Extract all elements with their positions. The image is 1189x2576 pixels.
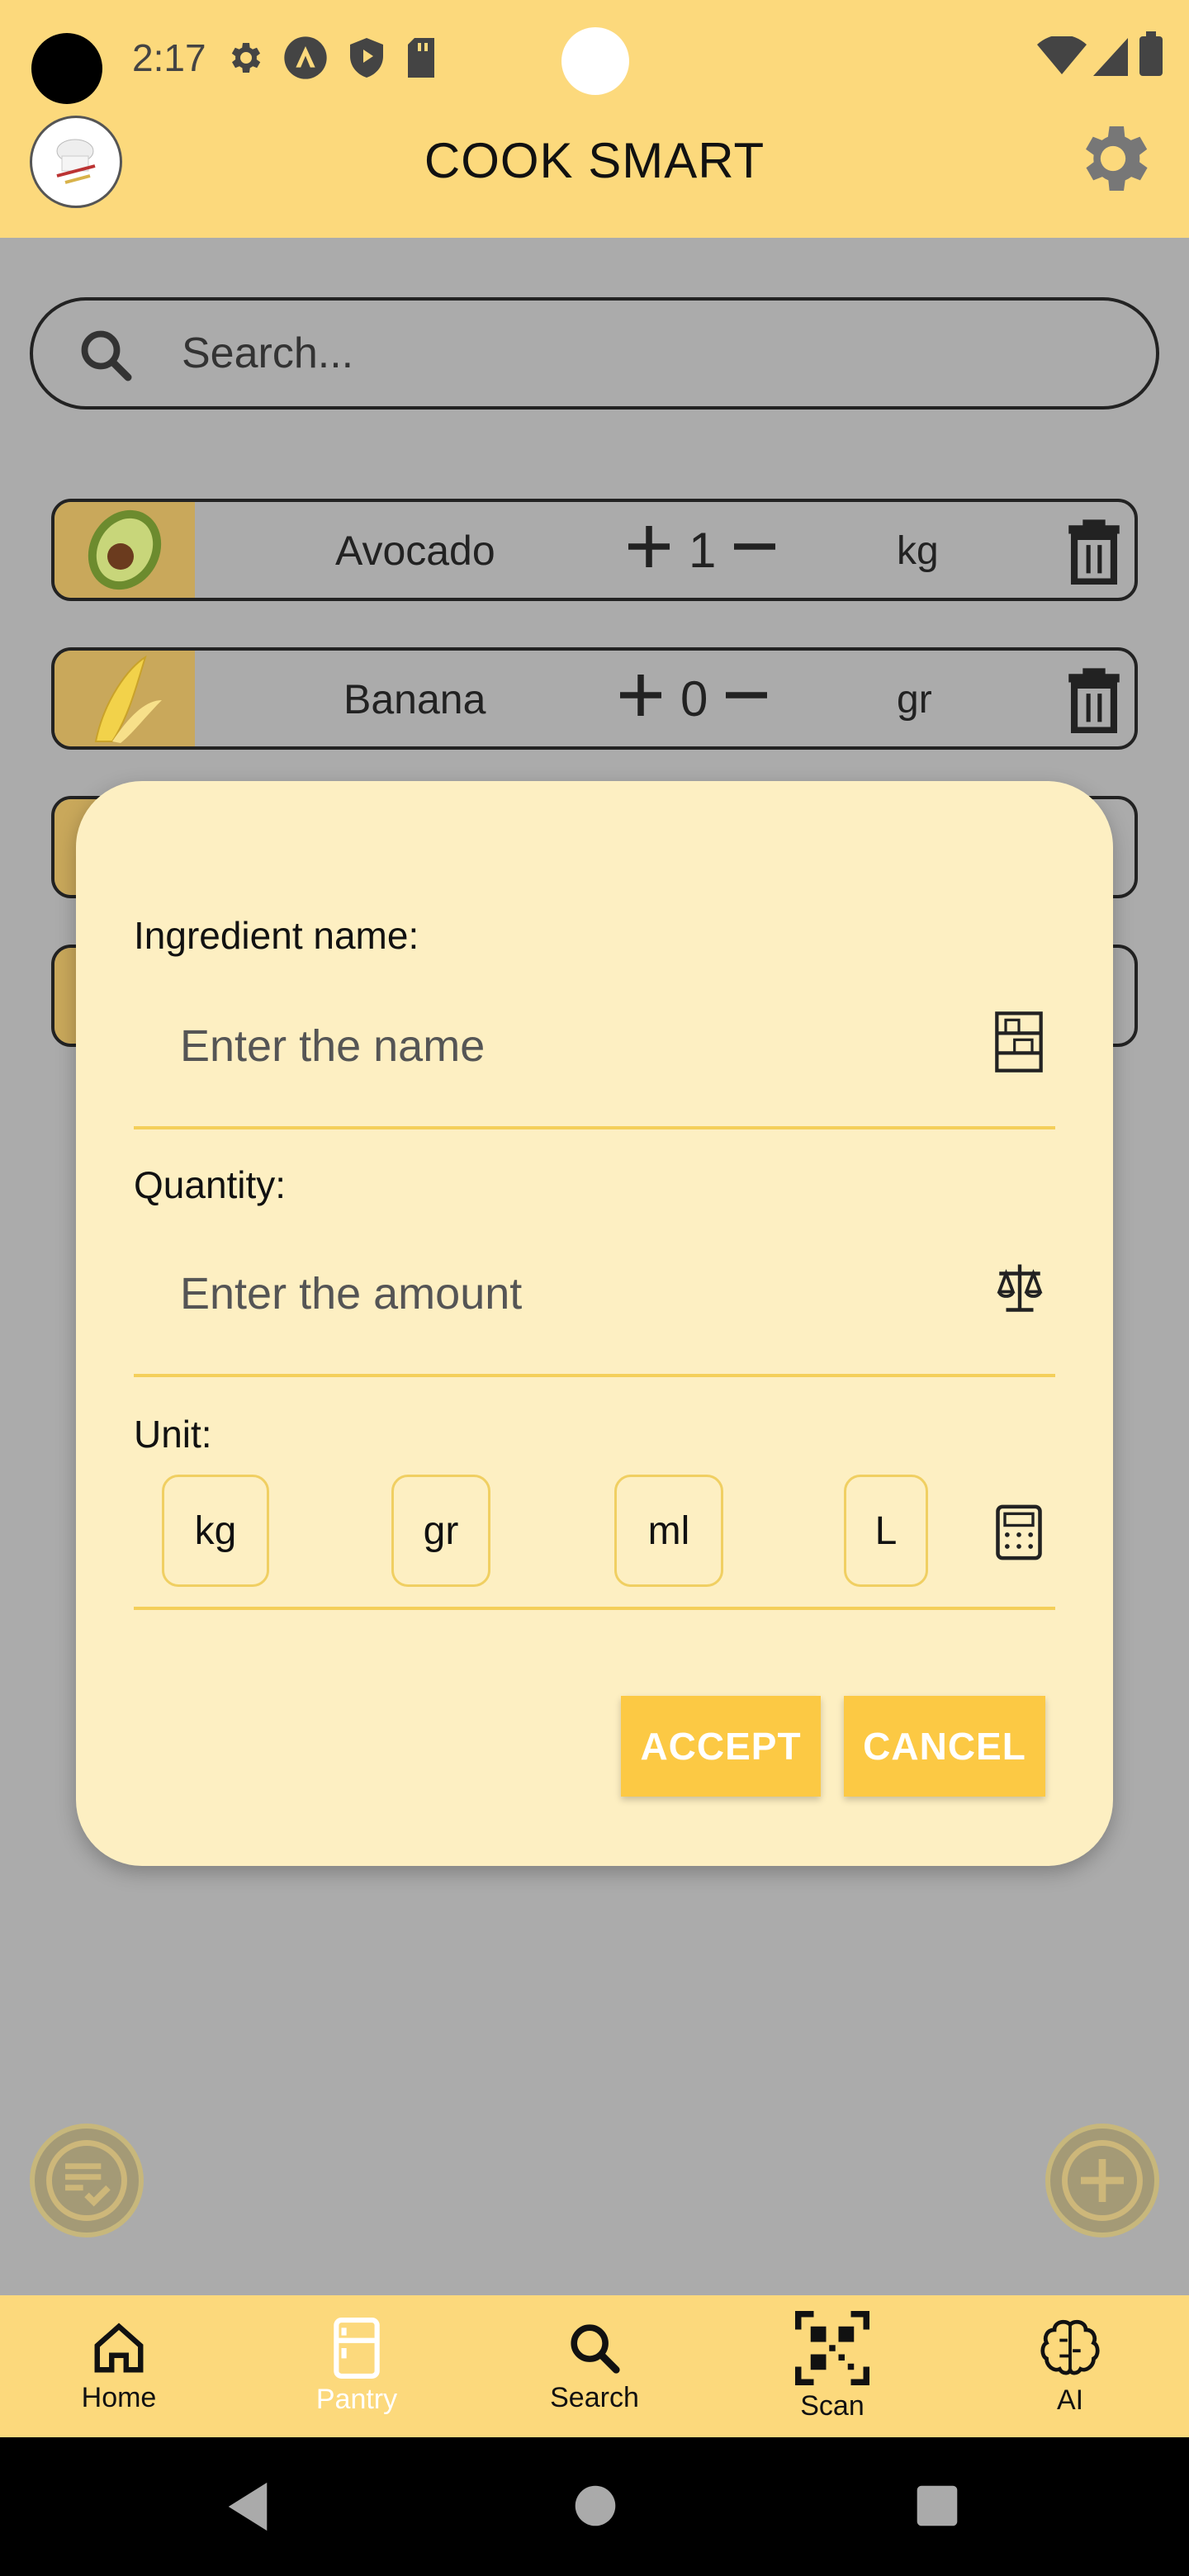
back-icon[interactable] <box>223 2480 272 2537</box>
trash-icon[interactable] <box>1065 665 1123 737</box>
nav-pantry[interactable]: Pantry <box>282 2295 431 2437</box>
app-title: COOK SMART <box>424 133 765 188</box>
accept-button[interactable]: ACCEPT <box>621 1696 821 1797</box>
nav-label: AI <box>1056 2384 1084 2416</box>
shield-status-icon <box>349 38 383 78</box>
quantity-label: Quantity: <box>134 1163 287 1206</box>
recents-icon[interactable] <box>915 2484 959 2532</box>
search-icon <box>76 325 135 385</box>
unit-underline <box>134 1607 1055 1610</box>
name-underline <box>134 1126 1055 1129</box>
qr-code-icon <box>795 2310 869 2385</box>
settings-status-icon <box>231 43 260 73</box>
increase-quantity-button[interactable] <box>624 522 674 575</box>
shelf-icon <box>992 1011 1045 1077</box>
unit-l-button[interactable]: L <box>844 1475 928 1587</box>
calculator-icon <box>994 1504 1044 1565</box>
item-name: Banana <box>343 676 486 722</box>
settings-gear-icon[interactable] <box>1070 116 1156 201</box>
status-icons: 2:17 <box>132 33 438 83</box>
plus-circle-icon <box>1062 2140 1143 2221</box>
item-name: Avocado <box>335 528 495 574</box>
item-unit: gr <box>897 678 932 722</box>
home-circle-icon[interactable] <box>573 2484 618 2532</box>
ingredient-name-input[interactable]: Enter the name <box>180 1020 485 1072</box>
decrease-quantity-button[interactable] <box>722 670 771 724</box>
unit-label: Unit: <box>134 1413 212 1456</box>
cancel-button[interactable]: CANCEL <box>844 1696 1045 1797</box>
notification-dot <box>561 27 629 95</box>
checklist-icon <box>46 2140 127 2221</box>
app-status-icon <box>283 36 327 79</box>
status-time: 2:17 <box>132 36 206 79</box>
home-icon <box>94 2322 144 2372</box>
fridge-icon <box>334 2317 380 2379</box>
brain-icon <box>1040 2319 1100 2375</box>
trash-icon[interactable] <box>1065 517 1123 589</box>
unit-ml-button[interactable]: ml <box>614 1475 723 1587</box>
banana-image <box>54 651 195 746</box>
checklist-fab[interactable] <box>30 2124 144 2237</box>
unit-gr-button[interactable]: gr <box>391 1475 490 1587</box>
nav-label: Pantry <box>315 2383 398 2415</box>
unit-kg-button[interactable]: kg <box>162 1475 269 1587</box>
add-fab[interactable] <box>1045 2124 1159 2237</box>
camera-cutout <box>31 33 102 104</box>
sd-card-status-icon <box>407 38 434 78</box>
signal-icon <box>1092 36 1130 80</box>
avocado-image <box>54 502 195 598</box>
list-item[interactable]: Avocado 1 kg <box>51 499 1138 601</box>
search-icon <box>571 2323 620 2374</box>
nav-label: Scan <box>800 2389 865 2422</box>
increase-quantity-button[interactable] <box>616 670 666 724</box>
nav-scan[interactable]: Scan <box>758 2295 907 2437</box>
item-quantity: 1 <box>689 523 717 578</box>
nav-home[interactable]: Home <box>45 2295 193 2437</box>
nav-label: Search <box>550 2381 639 2413</box>
nav-search[interactable]: Search <box>520 2295 669 2437</box>
wifi-icon <box>1037 35 1087 80</box>
battery-icon <box>1139 31 1163 80</box>
list-item[interactable]: Banana 0 gr <box>51 647 1138 750</box>
add-ingredient-dialog: Ingredient name: Enter the name Quantity… <box>76 781 1113 1866</box>
item-unit: kg <box>897 529 939 573</box>
scale-icon <box>992 1260 1047 1319</box>
decrease-quantity-button[interactable] <box>730 522 779 575</box>
quantity-input[interactable]: Enter the amount <box>180 1268 522 1319</box>
nav-label: Home <box>81 2381 157 2413</box>
search-input[interactable]: Search... <box>182 329 353 378</box>
quantity-underline <box>134 1374 1055 1377</box>
ingredient-name-label: Ingredient name: <box>134 914 419 957</box>
nav-ai[interactable]: AI <box>996 2295 1144 2437</box>
item-quantity: 0 <box>680 671 708 727</box>
